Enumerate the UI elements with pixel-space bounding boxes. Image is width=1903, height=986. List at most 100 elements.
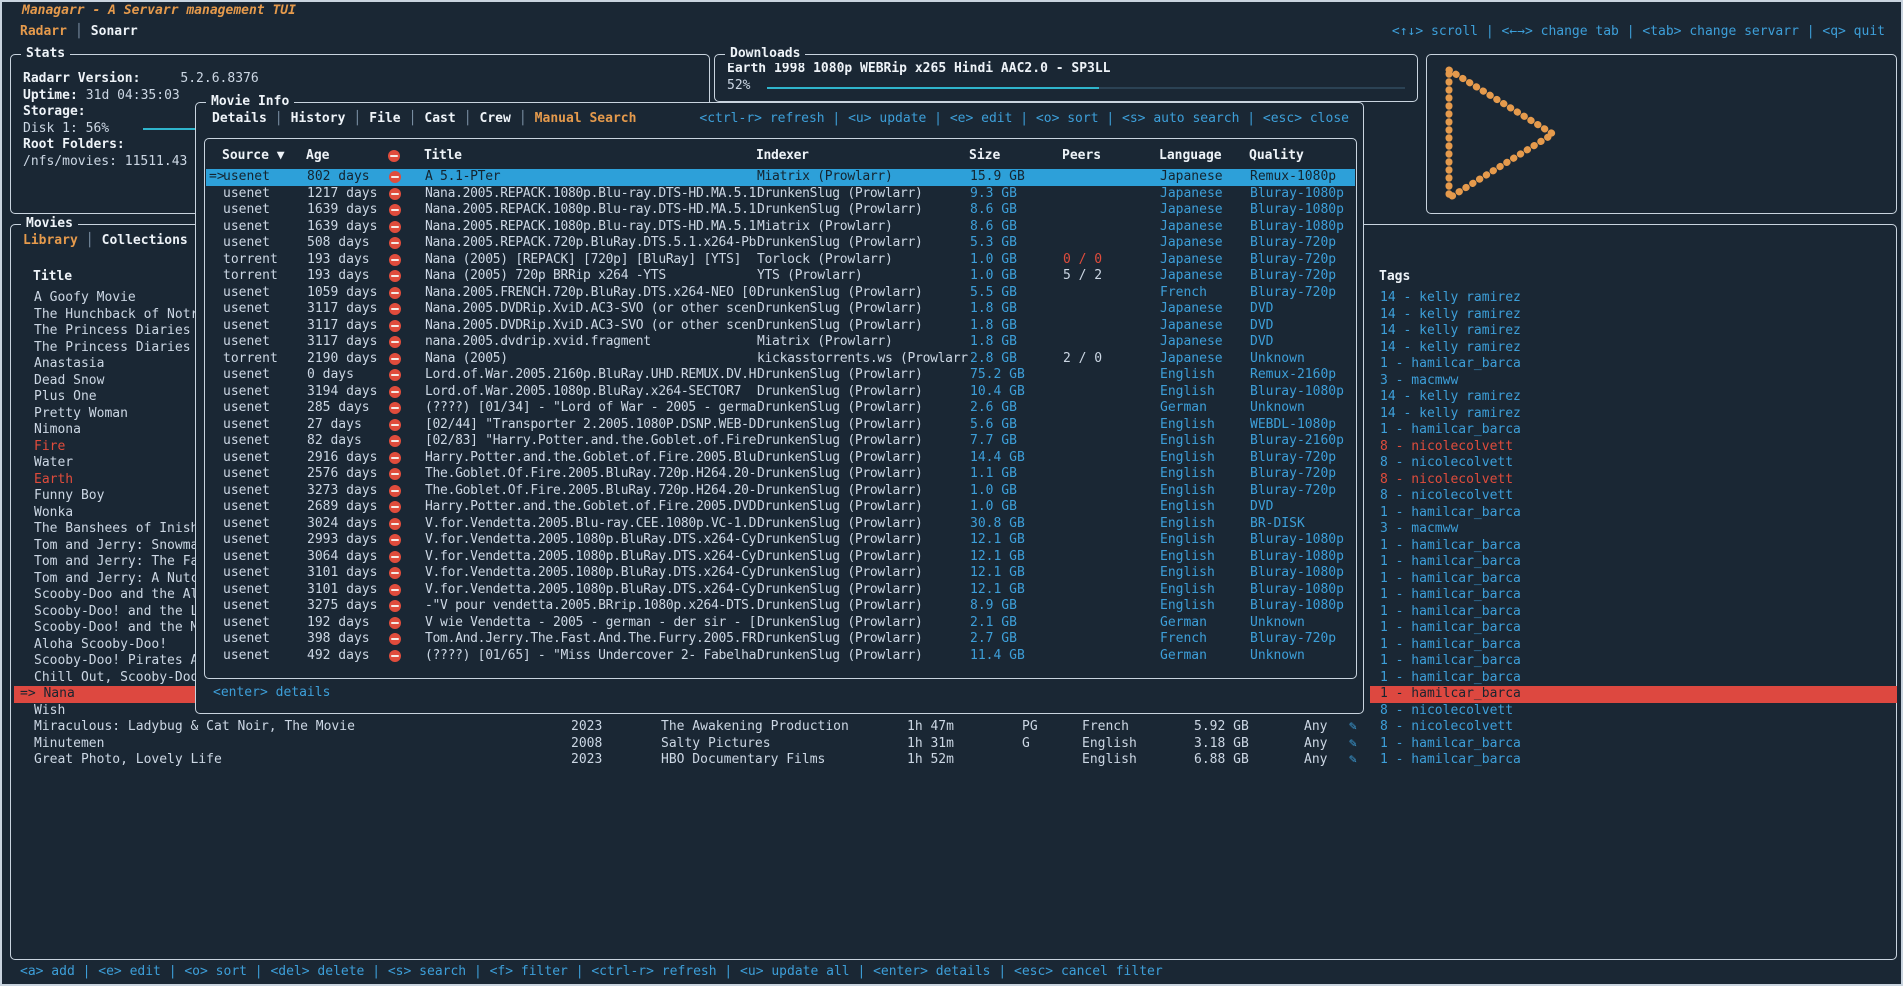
search-result-row[interactable]: usenet1639 daysNana.2005.REPACK.1080p.Bl… [206,219,1355,236]
search-result-row[interactable]: usenet1059 daysNana.2005.FRENCH.720p.Blu… [206,285,1355,302]
search-result-row[interactable]: usenet27 days[02/44] "Transporter 2.2005… [206,417,1355,434]
result-language: English [1160,417,1215,434]
result-language: English [1160,532,1215,549]
header-indexer[interactable]: Indexer [756,148,968,165]
search-result-row[interactable]: usenet3117 daysNana.2005.DVDRip.XviD.AC3… [206,301,1355,318]
modal-tab-crew[interactable]: Crew [480,111,511,126]
search-result-row[interactable]: usenet3117 daysnana.2005.dvdrip.xvid.fra… [206,334,1355,351]
result-title: V.for.Vendetta.2005.1080p.BluRay.DTS.x26… [425,549,756,566]
search-result-row[interactable]: usenet3024 daysV.for.Vendetta.2005.Blu-r… [206,516,1355,533]
rejected-icon [389,466,401,484]
no-entry-icon [389,435,401,447]
result-age: 1639 days [307,219,377,236]
result-source: usenet [223,450,270,467]
app-title: Managarr - A Servarr management TUI [16,3,302,20]
movie-row[interactable]: Miraculous: Ladybug & Cat Noir, The Movi… [12,719,1895,736]
result-source: usenet [223,400,270,417]
result-indexer: DrunkenSlug (Prowlarr) [757,598,969,615]
search-result-row[interactable]: usenet1217 daysNana.2005.REPACK.1080p.Bl… [206,186,1355,203]
header-age[interactable]: Age [306,148,329,165]
modal-tab-cast[interactable]: Cast [424,111,455,126]
no-entry-icon [389,287,401,299]
modal-tab-details[interactable]: Details [212,111,267,126]
tab-separator: │ [464,111,472,126]
result-source: usenet [223,631,270,648]
search-result-row[interactable]: usenet192 daysV wie Vendetta - 2005 - ge… [206,615,1355,632]
search-result-row[interactable]: usenet82 days[02/83] "Harry.Potter.and.t… [206,433,1355,450]
modal-tab-manual-search[interactable]: Manual Search [535,111,637,126]
search-result-row[interactable]: usenet3101 daysV.for.Vendetta.2005.1080p… [206,565,1355,582]
movie-tag: 1 - hamilcar_barca [1370,538,1897,555]
movie-title: The Banshees of Inish [14,521,198,538]
search-result-row[interactable]: usenet1639 daysNana.2005.REPACK.1080p.Bl… [206,202,1355,219]
movie-row[interactable]: Minutemen2008Salty Pictures1h 31mGEnglis… [12,736,1895,753]
movie-runtime: 1h 52m [907,752,954,769]
result-age: 2993 days [307,532,377,549]
result-size: 75.2 GB [970,367,1025,384]
search-result-row[interactable]: torrent2190 daysNana (2005)kickasstorren… [206,351,1355,368]
result-title: V.for.Vendetta.2005.1080p.BluRay.DTS.x26… [425,582,756,599]
result-age: 398 days [307,631,370,648]
header-size[interactable]: Size [969,148,1000,165]
result-size: 1.8 GB [970,301,1017,318]
search-result-row[interactable]: =>usenet802 daysA 5.1-PTerMiatrix (Prowl… [206,169,1355,186]
movie-tag: 3 - macmww [1370,373,1897,390]
search-result-row[interactable]: usenet3275 days-"V pour vendetta.2005.BR… [206,598,1355,615]
tab-collections[interactable]: Collections [102,233,188,248]
result-size: 1.0 GB [970,483,1017,500]
result-language: Japanese [1160,252,1223,269]
search-result-row[interactable]: usenet492 days(????) [01/65] - "Miss Und… [206,648,1355,665]
rejected-icon [389,318,401,336]
result-indexer: DrunkenSlug (Prowlarr) [757,582,969,599]
search-result-row[interactable]: usenet3117 daysNana.2005.DVDRip.XviD.AC3… [206,318,1355,335]
search-result-row[interactable]: usenet398 daysTom.And.Jerry.The.Fast.And… [206,631,1355,648]
search-result-row[interactable]: usenet2576 daysThe.Goblet.Of.Fire.2005.B… [206,466,1355,483]
result-quality: Bluray-1080p [1250,549,1344,566]
result-indexer: DrunkenSlug (Prowlarr) [757,186,969,203]
modal-tab-file[interactable]: File [369,111,400,126]
search-result-row[interactable]: torrent193 daysNana (2005) [REPACK] [720… [206,252,1355,269]
result-age: 492 days [307,648,370,665]
result-indexer: kickasstorrents.ws (Prowlarr [757,351,969,368]
search-result-row[interactable]: usenet3064 daysV.for.Vendetta.2005.1080p… [206,549,1355,566]
result-age: 1639 days [307,202,377,219]
search-result-row[interactable]: torrent193 daysNana (2005) 720p BRRip x2… [206,268,1355,285]
search-result-row[interactable]: usenet0 daysLord.of.War.2005.2160p.BluRa… [206,367,1355,384]
movie-title: => Nana [14,686,198,703]
header-peers[interactable]: Peers [1062,148,1101,165]
download-item[interactable]: Earth 1998 1080p WEBRip x265 Hindi AAC2.… [727,61,1407,78]
search-result-row[interactable]: usenet285 days(????) [01/34] - "Lord of … [206,400,1355,417]
search-result-row[interactable]: usenet3101 daysV.for.Vendetta.2005.1080p… [206,582,1355,599]
modal-tab-history[interactable]: History [291,111,346,126]
movie-row[interactable]: Great Photo, Lovely Life2023HBO Document… [12,752,1895,769]
no-entry-icon [389,452,401,464]
result-language: English [1160,549,1215,566]
search-result-row[interactable]: usenet3194 daysLord.of.War.2005.1080p.Bl… [206,384,1355,401]
result-indexer: DrunkenSlug (Prowlarr) [757,615,969,632]
tab-radarr[interactable]: Radarr [20,24,67,39]
header-quality[interactable]: Quality [1249,148,1304,165]
movie-runtime: 1h 31m [907,736,954,753]
header-language[interactable]: Language [1159,148,1222,165]
result-source: usenet [223,433,270,450]
download-item-title: Earth 1998 1080p WEBRip x265 Hindi AAC2.… [727,61,1111,76]
search-result-row[interactable]: usenet2689 daysHarry.Potter.and.the.Gobl… [206,499,1355,516]
search-result-row[interactable]: usenet2993 daysV.for.Vendetta.2005.1080p… [206,532,1355,549]
result-source: usenet [223,301,270,318]
search-result-row[interactable]: usenet508 daysNana.2005.REPACK.720p.BluR… [206,235,1355,252]
result-title: (????) [01/65] - "Miss Undercover 2- Fab… [425,648,756,665]
header-source[interactable]: Source ▼ [222,148,285,165]
monitored-icon: ✎ [1349,752,1357,769]
no-entry-icon [389,336,401,348]
tab-library[interactable]: Library [23,233,78,248]
search-result-row[interactable]: usenet2916 daysHarry.Potter.and.the.Gobl… [206,450,1355,467]
stat-version: Radarr Version:5.2.6.8376 [23,71,699,88]
no-entry-icon [389,501,401,513]
no-entry-icon [388,150,400,162]
search-result-row[interactable]: usenet3273 daysThe.Goblet.Of.Fire.2005.B… [206,483,1355,500]
tab-sonarr[interactable]: Sonarr [91,24,138,39]
header-title[interactable]: Title [424,148,755,165]
result-indexer: DrunkenSlug (Prowlarr) [757,433,969,450]
result-title: V.for.Vendetta.2005.1080p.BluRay.DTS.x26… [425,532,756,549]
result-language: Japanese [1160,301,1223,318]
